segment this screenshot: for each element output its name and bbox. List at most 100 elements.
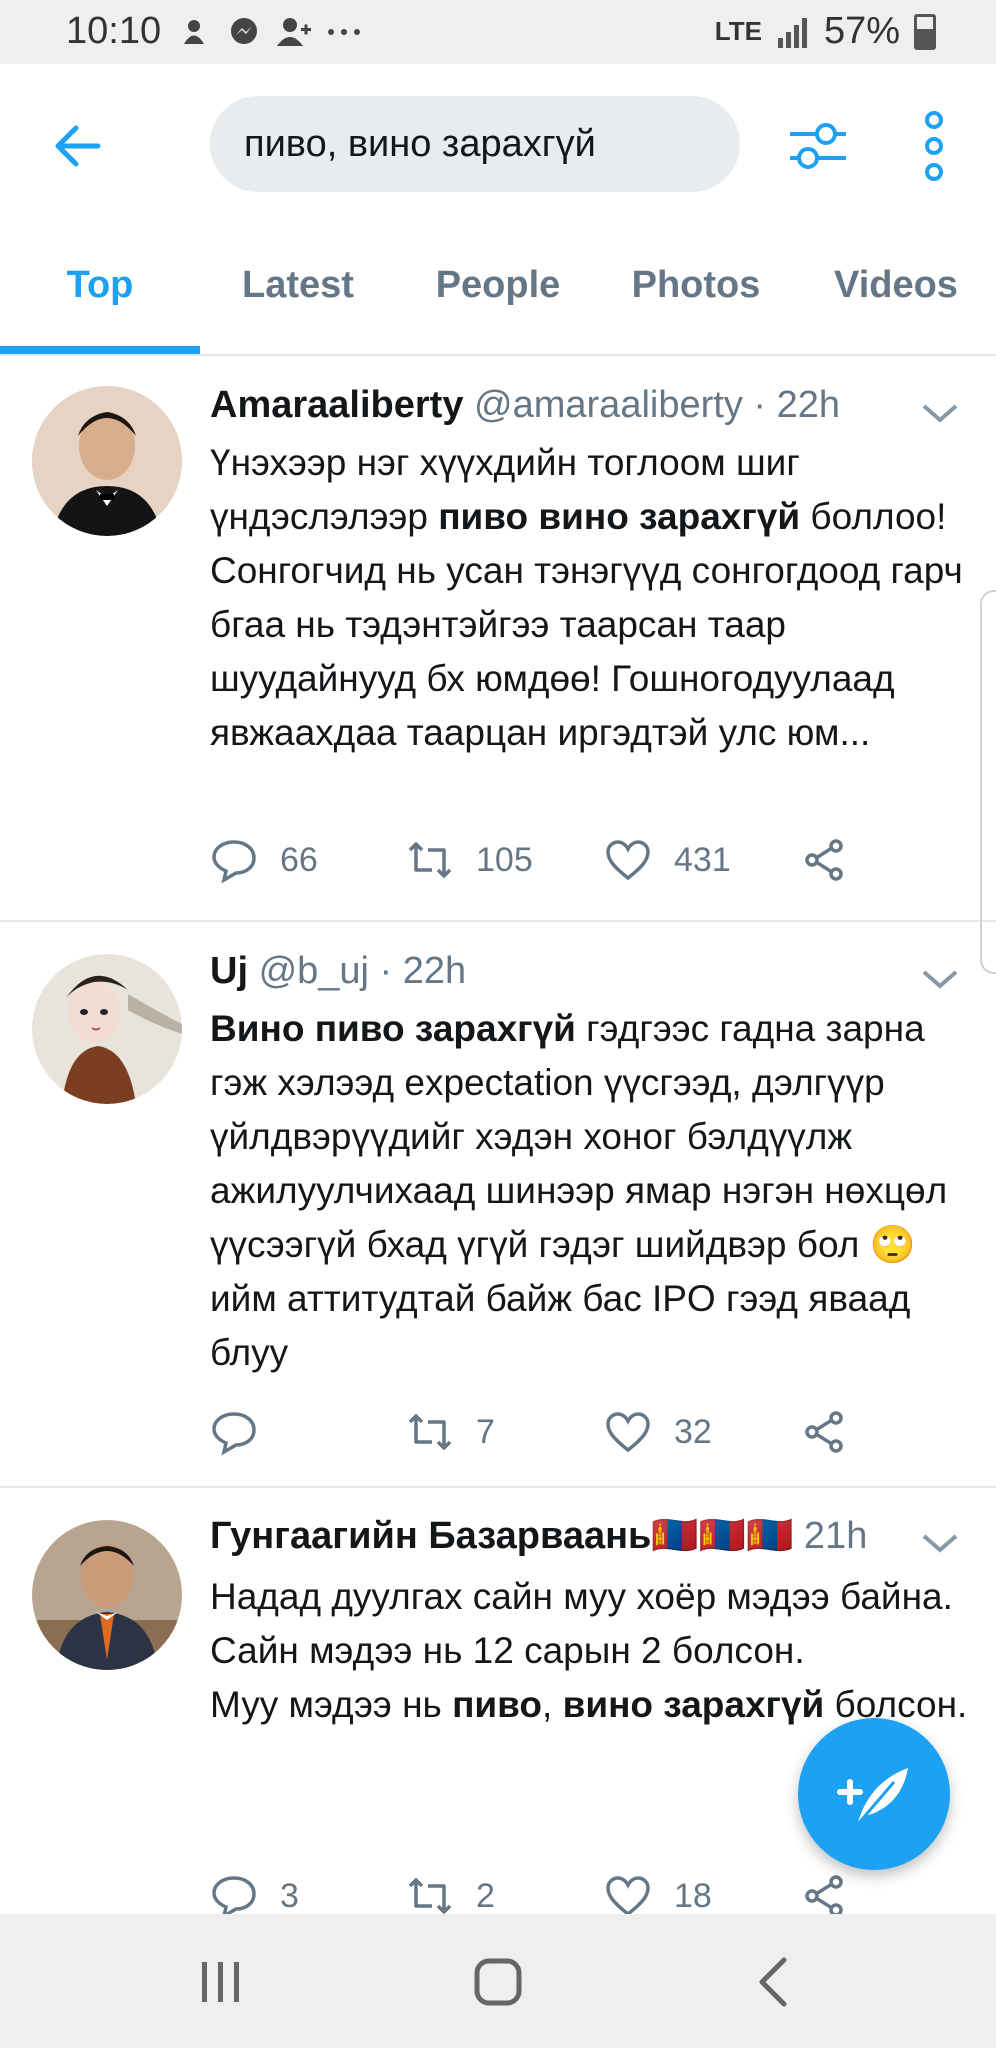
- network-type: LTE: [714, 16, 762, 46]
- retweet-icon: [408, 842, 452, 878]
- author-name[interactable]: Amaraaliberty: [210, 384, 463, 426]
- tweet[interactable]: Amaraaliberty @amaraaliberty · 22h Үнэхэ…: [0, 356, 996, 922]
- tweet-time: 22h: [402, 950, 467, 992]
- retweet-button[interactable]: 7: [406, 1408, 495, 1456]
- chevron-down-icon[interactable]: [920, 398, 960, 428]
- home-icon: [474, 1958, 522, 2006]
- tweet-time: 22h: [776, 384, 841, 426]
- signal-icon: [776, 15, 810, 49]
- reply-count: 66: [280, 840, 318, 879]
- status-left: 10:10: [66, 10, 361, 53]
- status-time: 10:10: [66, 10, 162, 52]
- tweet-time: 21h: [803, 1515, 868, 1557]
- author-handle[interactable]: @amaraaliberty: [474, 384, 743, 426]
- notification-app-icon: [177, 15, 211, 49]
- like-button[interactable]: 431: [604, 836, 731, 884]
- search-input[interactable]: пиво, вино зарахгүй: [210, 96, 740, 192]
- like-button[interactable]: 18: [604, 1872, 712, 1920]
- retweet-icon: [408, 1414, 452, 1450]
- more-notifications-icon: [327, 15, 361, 49]
- system-back-button[interactable]: [746, 1952, 806, 2012]
- tab-latest[interactable]: Latest: [198, 264, 398, 307]
- highlighted-term: пиво вино зарахгүй: [438, 496, 801, 537]
- battery-percent: 57%: [823, 10, 900, 52]
- heart-icon: [606, 1412, 650, 1453]
- highlighted-term: пиво: [452, 1684, 543, 1725]
- tweet-actions: 66 105 431: [210, 836, 910, 886]
- avatar-photo: [32, 386, 182, 536]
- reply-icon: [212, 1412, 256, 1456]
- tweet-header: Amaraaliberty @amaraaliberty · 22h: [210, 384, 840, 427]
- tab-videos[interactable]: Videos: [796, 264, 996, 307]
- reply-button[interactable]: [210, 1408, 280, 1456]
- reply-icon: [212, 1876, 256, 1920]
- system-nav-bar: [0, 1914, 996, 2048]
- active-tab-indicator: [0, 346, 200, 354]
- compose-tweet-button[interactable]: [798, 1718, 950, 1870]
- avatar[interactable]: [32, 954, 182, 1104]
- tweet-text-run: ,: [542, 1684, 563, 1725]
- author-name[interactable]: Uj: [210, 950, 248, 992]
- vertical-dots-icon: [925, 111, 943, 181]
- arrow-left-icon: [55, 125, 101, 167]
- avatar-photo: [32, 954, 182, 1104]
- home-button[interactable]: [468, 1952, 528, 2012]
- reply-count: 3: [280, 1876, 299, 1915]
- like-button[interactable]: 32: [604, 1408, 712, 1456]
- search-header: пиво, вино зарахгүй: [0, 64, 996, 224]
- retweet-count: 105: [476, 840, 533, 879]
- messenger-icon: [227, 15, 261, 49]
- back-button[interactable]: [48, 116, 108, 176]
- tweet-actions: 7 32: [210, 1408, 910, 1458]
- tweet-header: Гунгаагийн Базарваань🇲🇳🇲🇳🇲🇳 21h: [210, 1514, 867, 1558]
- like-count: 18: [674, 1876, 712, 1915]
- reply-button[interactable]: 3: [210, 1872, 299, 1920]
- reply-button[interactable]: 66: [210, 836, 318, 884]
- tab-photos[interactable]: Photos: [596, 264, 796, 307]
- reply-icon: [212, 840, 256, 884]
- avatar-photo: [32, 1520, 182, 1670]
- share-button[interactable]: [800, 836, 848, 884]
- heart-icon: [606, 1876, 650, 1917]
- share-icon: [805, 1875, 843, 1917]
- chevron-left-icon: [759, 1957, 787, 2007]
- sliders-icon: [790, 123, 846, 169]
- share-icon: [805, 1411, 843, 1453]
- search-tabs: Top Latest People Photos Videos: [0, 224, 996, 356]
- status-right: LTE 57%: [715, 10, 936, 53]
- share-button[interactable]: [800, 1872, 848, 1920]
- retweet-icon: [408, 1878, 452, 1914]
- chevron-down-icon[interactable]: [920, 964, 960, 994]
- highlighted-term: Вино пиво зарахгүй: [210, 1008, 576, 1049]
- tweet-text: Үнэхээр нэг хүүхдийн тоглоом шиг үндэслэ…: [210, 436, 970, 760]
- battery-icon: [914, 13, 936, 50]
- chevron-down-icon[interactable]: [920, 1528, 960, 1558]
- author-handle[interactable]: @b_uj: [259, 950, 369, 992]
- tab-top[interactable]: Top: [0, 264, 200, 307]
- search-filter-button[interactable]: [786, 114, 850, 178]
- retweet-count: 2: [476, 1876, 495, 1915]
- feather-plus-icon: [837, 1768, 908, 1825]
- recent-apps-button[interactable]: [190, 1952, 250, 2012]
- add-contact-icon: [277, 15, 312, 49]
- retweet-count: 7: [476, 1412, 495, 1451]
- like-count: 32: [674, 1412, 712, 1451]
- search-query: пиво, вино зарахгүй: [244, 122, 596, 165]
- status-bar: 10:10 LTE 57%: [0, 0, 996, 64]
- like-count: 431: [674, 840, 731, 879]
- avatar[interactable]: [32, 1520, 182, 1670]
- tweet-text: Надад дуулгах сайн муу хоёр мэдээ байна.…: [210, 1570, 970, 1732]
- retweet-button[interactable]: 105: [406, 836, 533, 884]
- tab-people[interactable]: People: [398, 264, 598, 307]
- author-name[interactable]: Гунгаагийн Базарваань🇲🇳🇲🇳🇲🇳: [210, 1515, 793, 1557]
- scrollbar[interactable]: [980, 590, 996, 974]
- tweet-text: Вино пиво зарахгүй гэдгээс гадна зарна г…: [210, 1002, 970, 1380]
- share-button[interactable]: [800, 1408, 848, 1456]
- avatar[interactable]: [32, 386, 182, 536]
- separator-dot: ·: [379, 950, 403, 992]
- retweet-button[interactable]: 2: [406, 1872, 495, 1920]
- tweet[interactable]: Uj @b_uj · 22h Вино пиво зарахгүй гэдгээ…: [0, 922, 996, 1488]
- heart-icon: [606, 840, 650, 881]
- more-options-button[interactable]: [912, 110, 956, 182]
- tweet-text-run: гэдгээс гадна зарна гэж хэлээд expectati…: [210, 1008, 948, 1373]
